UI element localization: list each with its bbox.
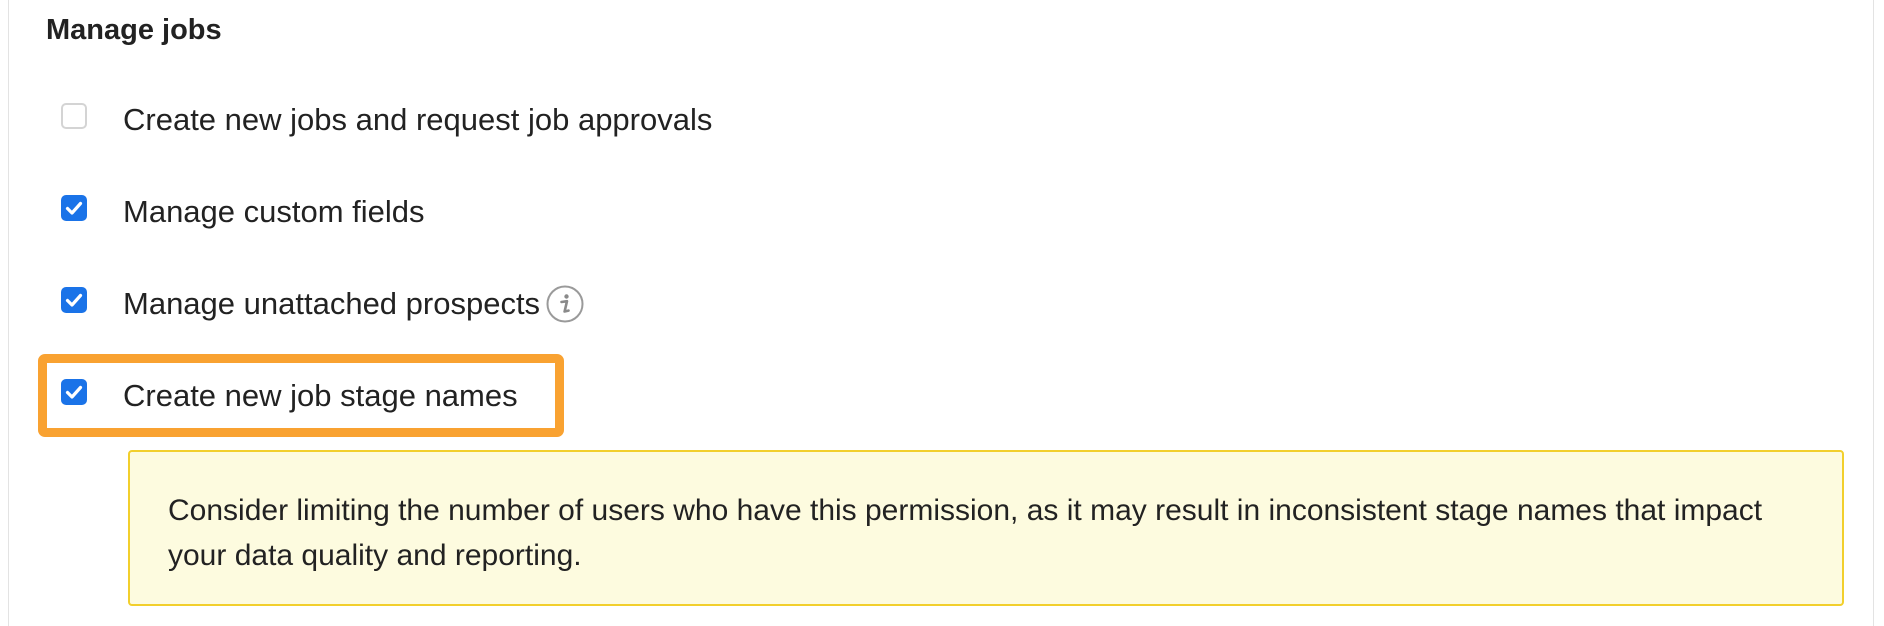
checkbox-create-jobs[interactable]: [61, 103, 87, 129]
permission-label: Create new jobs and request job approval…: [123, 102, 713, 137]
checkbox-manage-custom-fields[interactable]: [61, 195, 87, 221]
permission-label: Create new job stage names: [123, 378, 518, 413]
checkmark-icon: [65, 201, 83, 215]
checkmark-icon: [65, 293, 83, 307]
permission-warning-notice: Consider limiting the number of users wh…: [128, 450, 1844, 606]
permission-manage-unattached-prospects[interactable]: Manage unattached prospects: [61, 274, 584, 334]
checkbox-create-job-stage-names[interactable]: [61, 379, 87, 405]
info-icon[interactable]: [546, 285, 584, 323]
permission-manage-custom-fields[interactable]: Manage custom fields: [61, 182, 425, 242]
permission-label: Manage unattached prospects: [123, 286, 541, 321]
permission-create-job-stage-names[interactable]: Create new job stage names: [61, 366, 518, 426]
checkmark-icon: [65, 385, 83, 399]
section-title: Manage jobs: [46, 14, 222, 46]
permission-create-jobs[interactable]: Create new jobs and request job approval…: [61, 90, 712, 150]
permissions-panel: Manage jobs Create new jobs and request …: [8, 0, 1874, 626]
permission-label: Manage custom fields: [123, 194, 425, 229]
checkbox-manage-unattached-prospects[interactable]: [61, 287, 87, 313]
